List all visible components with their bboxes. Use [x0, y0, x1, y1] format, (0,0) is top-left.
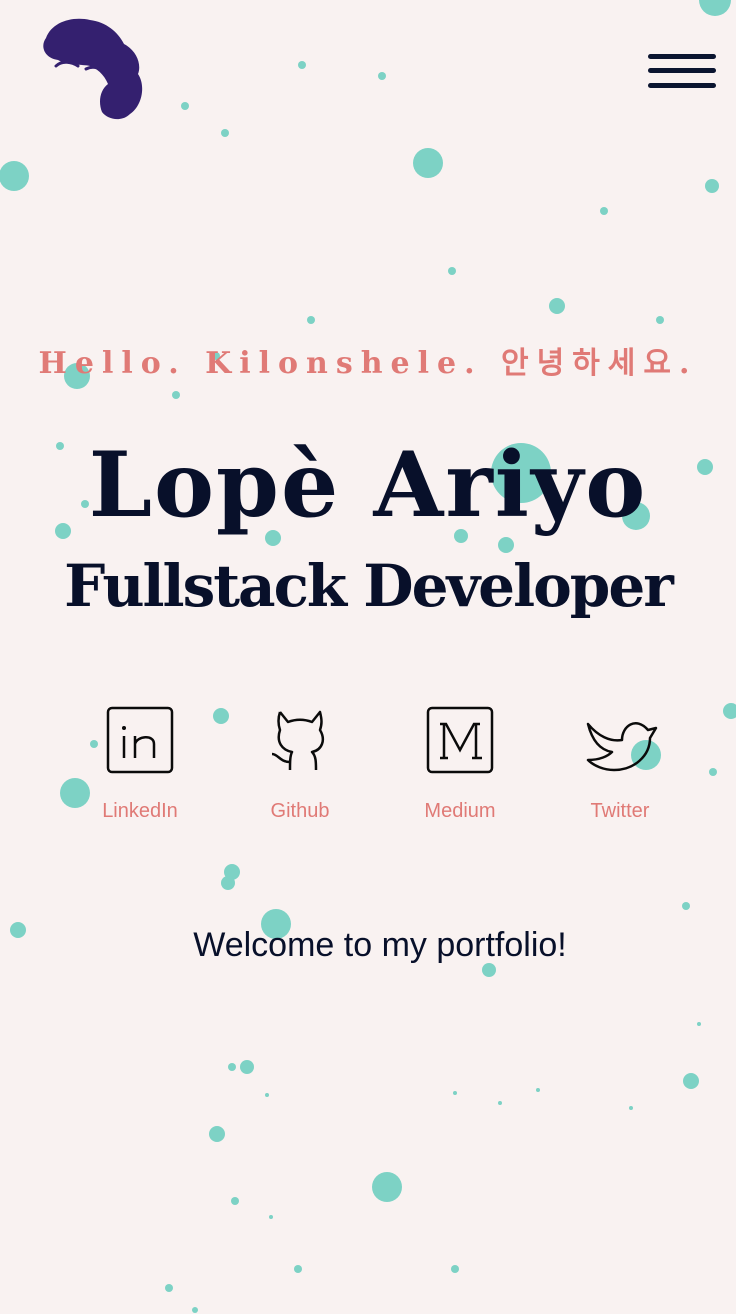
github-link[interactable]: Github [220, 700, 380, 840]
particle-dot [682, 902, 690, 910]
particle-dot [498, 537, 514, 553]
particle-dot [683, 1073, 699, 1089]
menu-bar [648, 54, 716, 59]
particle-dot [372, 1172, 402, 1202]
twitter-link[interactable]: Twitter [540, 700, 700, 840]
particle-dot [165, 1284, 173, 1292]
particle-dot [705, 179, 719, 193]
menu-button[interactable] [646, 50, 718, 94]
particle-dot [221, 129, 229, 137]
particle-dot [549, 298, 565, 314]
particle-dot [265, 1093, 269, 1097]
particle-dot [453, 1091, 457, 1095]
particle-dot [378, 72, 386, 80]
particle-dot [209, 1126, 225, 1142]
particle-dot [448, 267, 456, 275]
linkedin-link[interactable]: LinkedIn [60, 700, 220, 840]
hair-avatar-logo-icon[interactable] [38, 14, 146, 124]
menu-bar [648, 83, 716, 88]
particle-dot [629, 1106, 633, 1110]
particle-dot [224, 864, 240, 880]
particle-dot [231, 1197, 239, 1205]
welcome-text: Welcome to my portfolio! [193, 926, 567, 964]
particle-dot [181, 102, 189, 110]
particle-dot [228, 1063, 236, 1071]
medium-link[interactable]: Medium [380, 700, 540, 840]
particle-dot [413, 148, 443, 178]
medium-icon [426, 706, 494, 774]
particle-background [0, 0, 736, 1313]
particle-dot [656, 316, 664, 324]
particle-dot [240, 1060, 254, 1074]
particle-dot [298, 61, 306, 69]
particle-dot [192, 1307, 198, 1313]
linkedin-label: LinkedIn [102, 800, 178, 822]
particle-dot [709, 768, 717, 776]
particle-dot [600, 207, 608, 215]
particle-dot [172, 391, 180, 399]
particle-dot [697, 1022, 701, 1026]
particle-dot [723, 703, 736, 719]
twitter-label: Twitter [590, 800, 650, 822]
medium-label: Medium [424, 800, 496, 822]
greeting-text: Hello. Kilonshele. 안녕하세요. [38, 346, 698, 381]
particle-dot [269, 1215, 273, 1219]
particle-dot [307, 316, 315, 324]
hero-name: Lopè Ariyo [88, 432, 648, 538]
particle-dot [294, 1265, 302, 1273]
particle-dot [498, 1101, 502, 1105]
twitter-bird-icon [586, 722, 658, 772]
particle-dot [451, 1265, 459, 1273]
particle-dot [482, 963, 496, 977]
particle-dot [536, 1088, 540, 1092]
particle-dot [221, 876, 235, 890]
particle-dot [0, 161, 29, 191]
hero-role: Fullstack Developer [64, 552, 674, 620]
menu-bar [648, 68, 716, 73]
particle-dot [699, 0, 731, 16]
github-label: Github [270, 800, 330, 822]
linkedin-icon [106, 706, 174, 774]
github-icon [271, 710, 324, 771]
